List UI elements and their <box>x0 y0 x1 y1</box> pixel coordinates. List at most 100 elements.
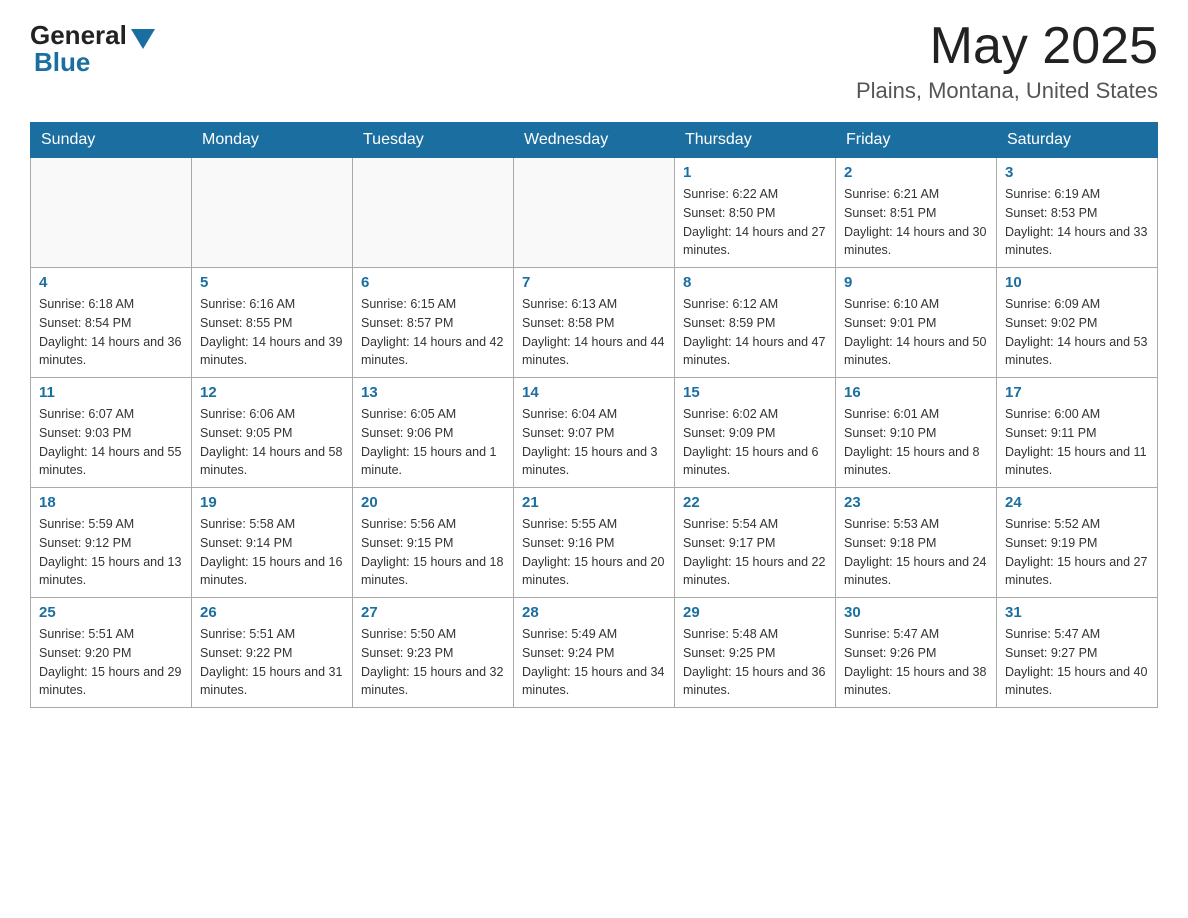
day-info: Sunrise: 6:01 AMSunset: 9:10 PMDaylight:… <box>844 405 988 480</box>
week-row-1: 1 Sunrise: 6:22 AMSunset: 8:50 PMDaylight… <box>31 158 1158 268</box>
day-number: 11 <box>39 384 183 401</box>
day-number: 9 <box>844 274 988 291</box>
day-number: 25 <box>39 604 183 621</box>
week-row-3: 11Sunrise: 6:07 AMSunset: 9:03 PMDayligh… <box>31 378 1158 488</box>
calendar-table: SundayMondayTuesdayWednesdayThursdayFrid… <box>30 122 1158 708</box>
calendar-cell: 16 Sunrise: 6:01 AMSunset: 9:10 PMDayligh… <box>836 378 997 488</box>
day-number: 12 <box>200 384 344 401</box>
day-info: Sunrise: 5:55 AMSunset: 9:16 PMDaylight:… <box>522 515 666 590</box>
calendar-cell: 2Sunrise: 6:21 AMSunset: 8:51 PMDaylight… <box>836 158 997 268</box>
logo: General Blue <box>30 20 155 78</box>
day-info: Sunrise: 6:22 AMSunset: 8:50 PMDaylight:… <box>683 185 827 260</box>
calendar-cell: 7 Sunrise: 6:13 AMSunset: 8:58 PMDaylight… <box>514 268 675 378</box>
calendar-cell: 1 Sunrise: 6:22 AMSunset: 8:50 PMDaylight… <box>675 158 836 268</box>
day-info: Sunrise: 6:09 AMSunset: 9:02 PMDaylight:… <box>1005 295 1149 370</box>
calendar-header-tuesday: Tuesday <box>353 123 514 158</box>
day-number: 4 <box>39 274 183 291</box>
calendar-cell: 20 Sunrise: 5:56 AMSunset: 9:15 PMDayligh… <box>353 488 514 598</box>
day-number: 3 <box>1005 164 1149 181</box>
day-number: 23 <box>844 494 988 511</box>
calendar-cell: 27 Sunrise: 5:50 AMSunset: 9:23 PMDayligh… <box>353 598 514 708</box>
day-info: Sunrise: 5:48 AMSunset: 9:25 PMDaylight:… <box>683 625 827 700</box>
day-number: 29 <box>683 604 827 621</box>
day-number: 14 <box>522 384 666 401</box>
logo-blue-text: Blue <box>34 47 90 78</box>
calendar-header-friday: Friday <box>836 123 997 158</box>
day-info: Sunrise: 6:06 AMSunset: 9:05 PMDaylight:… <box>200 405 344 480</box>
calendar-cell: 15Sunrise: 6:02 AMSunset: 9:09 PMDayligh… <box>675 378 836 488</box>
calendar-cell: 14 Sunrise: 6:04 AMSunset: 9:07 PMDayligh… <box>514 378 675 488</box>
day-info: Sunrise: 5:52 AMSunset: 9:19 PMDaylight:… <box>1005 515 1149 590</box>
day-info: Sunrise: 6:13 AMSunset: 8:58 PMDaylight:… <box>522 295 666 370</box>
calendar-header-thursday: Thursday <box>675 123 836 158</box>
calendar-cell: 23 Sunrise: 5:53 AMSunset: 9:18 PMDayligh… <box>836 488 997 598</box>
day-info: Sunrise: 6:10 AMSunset: 9:01 PMDaylight:… <box>844 295 988 370</box>
day-number: 10 <box>1005 274 1149 291</box>
day-number: 28 <box>522 604 666 621</box>
calendar-cell: 18 Sunrise: 5:59 AMSunset: 9:12 PMDayligh… <box>31 488 192 598</box>
day-number: 24 <box>1005 494 1149 511</box>
page-header: General Blue May 2025 Plains, Montana, U… <box>30 20 1158 104</box>
day-info: Sunrise: 5:50 AMSunset: 9:23 PMDaylight:… <box>361 625 505 700</box>
calendar-header-row: SundayMondayTuesdayWednesdayThursdayFrid… <box>31 123 1158 158</box>
day-info: Sunrise: 5:56 AMSunset: 9:15 PMDaylight:… <box>361 515 505 590</box>
calendar-cell: 17Sunrise: 6:00 AMSunset: 9:11 PMDayligh… <box>997 378 1158 488</box>
day-info: Sunrise: 6:21 AMSunset: 8:51 PMDaylight:… <box>844 185 988 260</box>
calendar-cell: 26 Sunrise: 5:51 AMSunset: 9:22 PMDayligh… <box>192 598 353 708</box>
calendar-header-wednesday: Wednesday <box>514 123 675 158</box>
calendar-cell: 21Sunrise: 5:55 AMSunset: 9:16 PMDayligh… <box>514 488 675 598</box>
week-row-4: 18 Sunrise: 5:59 AMSunset: 9:12 PMDayligh… <box>31 488 1158 598</box>
day-number: 16 <box>844 384 988 401</box>
calendar-cell: 28Sunrise: 5:49 AMSunset: 9:24 PMDayligh… <box>514 598 675 708</box>
calendar-cell: 4 Sunrise: 6:18 AMSunset: 8:54 PMDaylight… <box>31 268 192 378</box>
day-number: 27 <box>361 604 505 621</box>
calendar-cell: 5Sunrise: 6:16 AMSunset: 8:55 PMDaylight… <box>192 268 353 378</box>
calendar-cell: 25 Sunrise: 5:51 AMSunset: 9:20 PMDayligh… <box>31 598 192 708</box>
calendar-cell: 24 Sunrise: 5:52 AMSunset: 9:19 PMDayligh… <box>997 488 1158 598</box>
day-number: 26 <box>200 604 344 621</box>
day-info: Sunrise: 6:15 AMSunset: 8:57 PMDaylight:… <box>361 295 505 370</box>
calendar-cell: 10 Sunrise: 6:09 AMSunset: 9:02 PMDayligh… <box>997 268 1158 378</box>
day-number: 20 <box>361 494 505 511</box>
day-number: 22 <box>683 494 827 511</box>
day-number: 18 <box>39 494 183 511</box>
calendar-cell: 8 Sunrise: 6:12 AMSunset: 8:59 PMDaylight… <box>675 268 836 378</box>
day-info: Sunrise: 6:12 AMSunset: 8:59 PMDaylight:… <box>683 295 827 370</box>
day-number: 19 <box>200 494 344 511</box>
day-info: Sunrise: 5:58 AMSunset: 9:14 PMDaylight:… <box>200 515 344 590</box>
title-area: May 2025 Plains, Montana, United States <box>856 20 1158 104</box>
day-number: 7 <box>522 274 666 291</box>
calendar-cell: 30 Sunrise: 5:47 AMSunset: 9:26 PMDayligh… <box>836 598 997 708</box>
day-number: 6 <box>361 274 505 291</box>
calendar-header-sunday: Sunday <box>31 123 192 158</box>
day-info: Sunrise: 6:16 AMSunset: 8:55 PMDaylight:… <box>200 295 344 370</box>
calendar-cell <box>353 158 514 268</box>
calendar-cell <box>514 158 675 268</box>
calendar-cell: 3Sunrise: 6:19 AMSunset: 8:53 PMDaylight… <box>997 158 1158 268</box>
calendar-cell: 13Sunrise: 6:05 AMSunset: 9:06 PMDayligh… <box>353 378 514 488</box>
day-info: Sunrise: 5:59 AMSunset: 9:12 PMDaylight:… <box>39 515 183 590</box>
day-info: Sunrise: 5:51 AMSunset: 9:20 PMDaylight:… <box>39 625 183 700</box>
calendar-cell: 22Sunrise: 5:54 AMSunset: 9:17 PMDayligh… <box>675 488 836 598</box>
calendar-header-saturday: Saturday <box>997 123 1158 158</box>
month-title: May 2025 <box>856 20 1158 72</box>
day-info: Sunrise: 6:04 AMSunset: 9:07 PMDaylight:… <box>522 405 666 480</box>
day-number: 15 <box>683 384 827 401</box>
day-info: Sunrise: 5:53 AMSunset: 9:18 PMDaylight:… <box>844 515 988 590</box>
day-info: Sunrise: 5:47 AMSunset: 9:27 PMDaylight:… <box>1005 625 1149 700</box>
day-info: Sunrise: 5:47 AMSunset: 9:26 PMDaylight:… <box>844 625 988 700</box>
week-row-2: 4 Sunrise: 6:18 AMSunset: 8:54 PMDaylight… <box>31 268 1158 378</box>
day-info: Sunrise: 6:05 AMSunset: 9:06 PMDaylight:… <box>361 405 505 480</box>
calendar-cell <box>192 158 353 268</box>
day-number: 31 <box>1005 604 1149 621</box>
location-title: Plains, Montana, United States <box>856 78 1158 104</box>
day-info: Sunrise: 5:51 AMSunset: 9:22 PMDaylight:… <box>200 625 344 700</box>
day-number: 8 <box>683 274 827 291</box>
week-row-5: 25 Sunrise: 5:51 AMSunset: 9:20 PMDayligh… <box>31 598 1158 708</box>
day-number: 30 <box>844 604 988 621</box>
day-info: Sunrise: 6:18 AMSunset: 8:54 PMDaylight:… <box>39 295 183 370</box>
day-info: Sunrise: 6:00 AMSunset: 9:11 PMDaylight:… <box>1005 405 1149 480</box>
calendar-cell: 11Sunrise: 6:07 AMSunset: 9:03 PMDayligh… <box>31 378 192 488</box>
calendar-cell: 31 Sunrise: 5:47 AMSunset: 9:27 PMDayligh… <box>997 598 1158 708</box>
day-number: 1 <box>683 164 827 181</box>
